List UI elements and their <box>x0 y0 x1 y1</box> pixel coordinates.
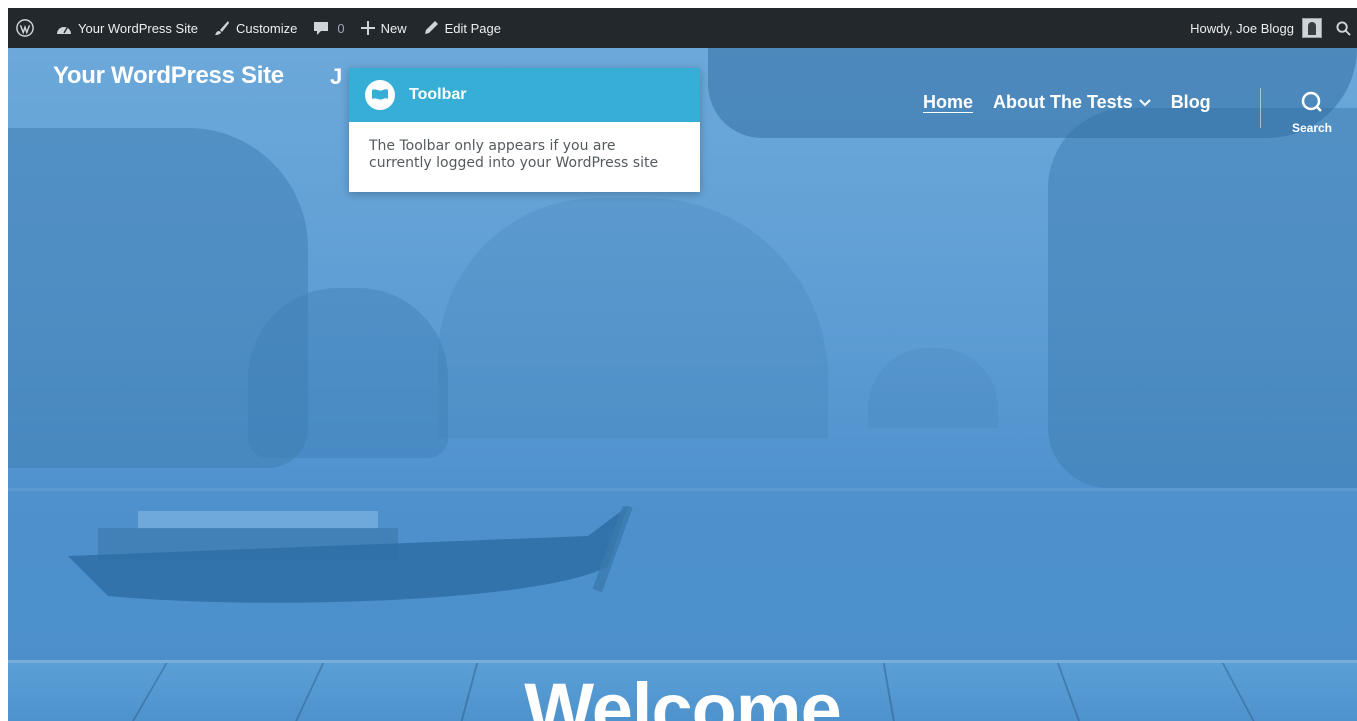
tooltip-header: Toolbar <box>349 68 700 122</box>
edit-page-link[interactable]: Edit Page <box>415 8 509 48</box>
search-toggle-button[interactable]: Search <box>1289 90 1335 135</box>
rock-small-left <box>248 288 448 458</box>
wordpress-logo-icon <box>16 19 34 37</box>
admin-toolbar: Your WordPress Site Customize 0 New Edit… <box>8 8 1357 48</box>
cliff-right <box>1048 108 1357 488</box>
plus-icon <box>360 21 375 35</box>
primary-menu: Home About The Tests Blog <box>923 92 1231 113</box>
admin-search[interactable] <box>1328 8 1357 48</box>
site-name-menu[interactable]: Your WordPress Site <box>48 8 206 48</box>
longtail-boat-illustration <box>68 506 633 603</box>
browser-viewport: Your WordPress Site Customize 0 New Edit… <box>8 8 1357 721</box>
search-icon <box>1336 20 1351 36</box>
tooltip-title: Toolbar <box>409 86 467 103</box>
menu-item-home[interactable]: Home <box>923 92 973 113</box>
pencil-icon <box>424 21 438 34</box>
water-horizon <box>8 488 1357 491</box>
avatar <box>1302 18 1322 38</box>
chevron-down-icon <box>1138 99 1151 107</box>
comment-icon <box>314 21 329 35</box>
tooltip-body: The Toolbar only appears if you are curr… <box>349 122 700 192</box>
menu-item-blog[interactable]: Blog <box>1171 92 1211 113</box>
hero-heading: Welcome <box>524 668 842 721</box>
menu-item-about-the-tests[interactable]: About The Tests <box>993 92 1151 113</box>
site-description-fragment: J <box>330 64 343 89</box>
howdy-label: Howdy, Joe Blogg <box>1190 20 1294 36</box>
new-label: New <box>380 20 407 36</box>
site-title[interactable]: Your WordPress Site <box>53 62 284 90</box>
rock-distant <box>868 348 998 428</box>
search-toggle-label: Search <box>1291 121 1333 135</box>
my-account-menu[interactable]: Howdy, Joe Blogg <box>1182 8 1328 48</box>
wp-logo-menu[interactable] <box>8 8 48 48</box>
new-content-menu[interactable]: New <box>353 8 415 48</box>
comments-count: 0 <box>337 20 345 36</box>
menu-item-about-label: About The Tests <box>993 92 1133 112</box>
dashboard-icon <box>57 27 71 34</box>
flag-icon <box>365 80 395 110</box>
menu-divider <box>1260 88 1261 128</box>
customize-label: Customize <box>235 20 298 36</box>
search-icon <box>1301 91 1322 112</box>
comments-link[interactable]: 0 <box>305 8 352 48</box>
site-name-label: Your WordPress Site <box>78 20 198 36</box>
edit-page-label: Edit Page <box>444 20 501 36</box>
toolbar-tooltip: Toolbar The Toolbar only appears if you … <box>349 68 700 192</box>
paintbrush-icon <box>214 21 229 35</box>
rock-center <box>438 198 828 438</box>
customize-link[interactable]: Customize <box>206 8 305 48</box>
